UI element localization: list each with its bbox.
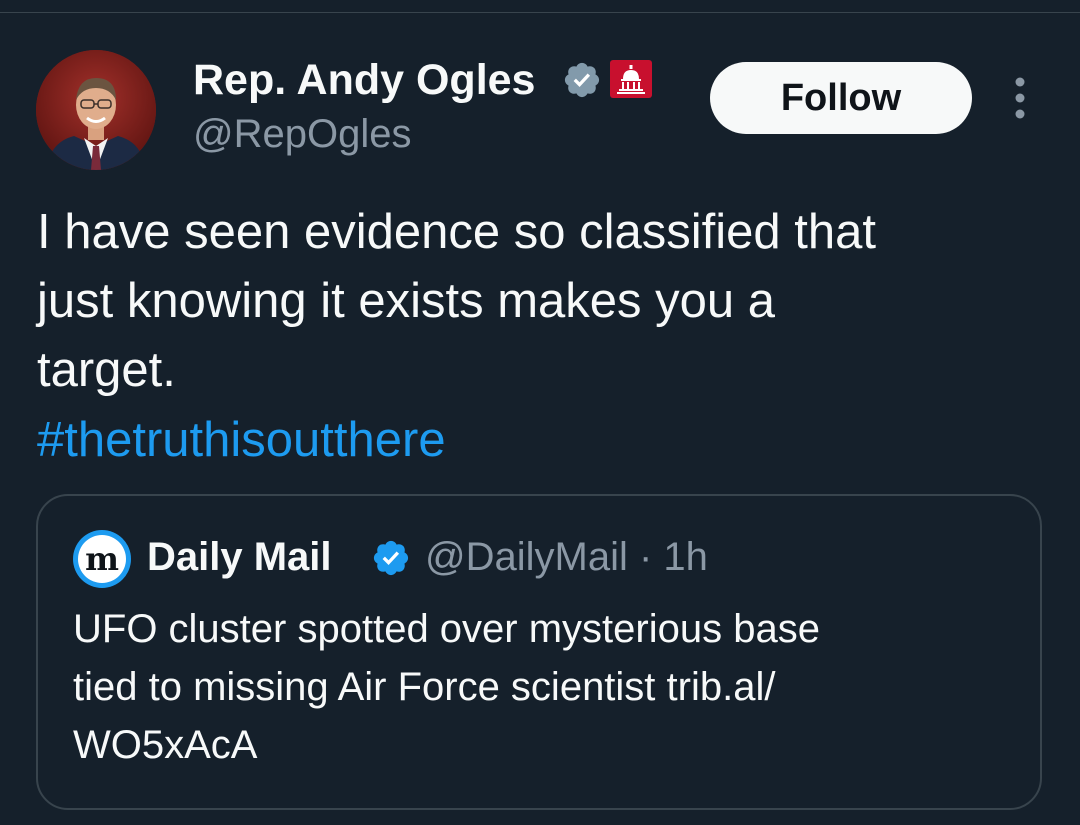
more-vertical-icon[interactable] (1002, 74, 1038, 122)
quote-text: UFO cluster spotted over mysterious base… (73, 600, 1013, 774)
quote-author-name: Daily Mail (147, 535, 332, 579)
author-avatar[interactable] (36, 50, 156, 170)
tweet-text-line: just knowing it exists makes you a (37, 274, 776, 328)
tweet-text-line: target. (37, 343, 176, 397)
daily-mail-logo[interactable]: m (73, 530, 131, 588)
quote-text-line: UFO cluster spotted over mysterious base (73, 607, 820, 651)
hashtag-link[interactable]: #thetruthisoutthere (37, 406, 446, 475)
quote-handle-time: @DailyMail · 1h (425, 535, 708, 579)
author-handle[interactable]: @RepOgles (193, 110, 411, 158)
quote-text-line: WO5xAcA (73, 723, 258, 767)
quote-text-line: tied to missing Air Force scientist trib… (73, 665, 776, 709)
tweet-text: I have seen evidence so classified that … (37, 198, 1037, 405)
capitol-badge-icon (610, 60, 652, 98)
tweet-view: Rep. Andy Ogles @RepOgles Follow I have … (0, 0, 1080, 825)
author-name[interactable]: Rep. Andy Ogles (193, 55, 535, 105)
avatar-image (36, 50, 156, 170)
verified-blue-icon (373, 540, 409, 576)
divider (0, 12, 1080, 13)
verified-gray-icon (564, 62, 600, 98)
logo-letter: m (85, 540, 119, 578)
tweet-text-line: I have seen evidence so classified that (37, 205, 876, 259)
follow-button[interactable]: Follow (710, 62, 972, 134)
